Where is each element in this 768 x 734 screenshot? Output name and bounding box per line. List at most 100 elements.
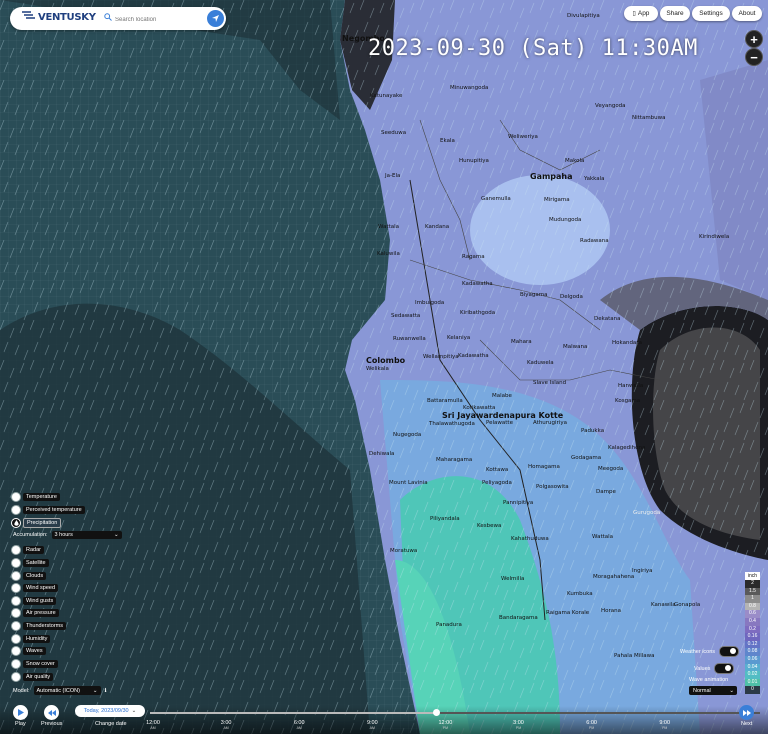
layer-label: Wind speed [23, 584, 59, 592]
place-label: Welmilla [501, 576, 525, 582]
place-label: Dampe [596, 489, 616, 495]
zoom-out-button[interactable]: − [745, 48, 763, 66]
forecast-timestamp: 2023-09-30 (Sat) 11:30AM [368, 36, 698, 61]
place-label: Moragahahena [593, 574, 635, 580]
legend-unit[interactable]: inch [745, 572, 760, 580]
play-button[interactable] [13, 705, 28, 720]
phone-icon: ▯ [632, 11, 636, 17]
next-button[interactable] [739, 705, 754, 720]
legend-value: 0.2 [745, 625, 760, 634]
place-label: Battaramulla [427, 398, 463, 404]
layer-air-quality[interactable]: Air quality [11, 672, 54, 682]
legend-value: 0.8 [745, 602, 760, 611]
ventusky-logo[interactable]: VENTUSKY [22, 11, 96, 23]
place-label: Gonapola [674, 602, 701, 608]
layer-radar[interactable]: Radar [11, 545, 44, 555]
layer-snow-cover[interactable]: Snow cover [11, 659, 58, 669]
cloud-icon [11, 571, 21, 581]
timeline-tick[interactable]: 6:00 PM [577, 720, 607, 730]
info-icon[interactable]: ℹ [105, 688, 107, 694]
previous-button[interactable] [44, 705, 59, 720]
layer-satellite[interactable]: Satellite [11, 558, 49, 568]
place-label: Pahala Millawa [614, 653, 655, 659]
about-button-label: About [738, 10, 756, 17]
timeline-track[interactable] [150, 709, 760, 716]
layer-clouds[interactable]: Clouds [11, 571, 47, 581]
place-label: Ingiriya [632, 568, 653, 574]
timeline-tick[interactable]: 12:00 PM [430, 720, 460, 730]
model-select[interactable]: Automatic (ICON) ⌄ [33, 686, 101, 695]
pressure-icon [11, 608, 21, 618]
timeline-tick[interactable]: 9:00 PM [650, 720, 680, 730]
timeline-tick[interactable]: 12:00 AM [138, 720, 168, 730]
layer-label: Snow cover [23, 660, 58, 668]
layer-perceived-temperature[interactable]: Perceived temperature [11, 505, 85, 515]
timeline-tick[interactable]: 9:00 AM [357, 720, 387, 730]
layer-label: Satellite [23, 559, 49, 567]
place-label: Mudungoda [549, 217, 582, 223]
change-date-label: Change date [95, 721, 127, 727]
chevron-down-icon: ⌄ [729, 687, 734, 694]
place-label: Kanawila [651, 602, 676, 608]
accumulation-select[interactable]: 3 hours ⌄ [51, 531, 122, 539]
layer-label: Temperature [23, 493, 60, 501]
place-label: Weliweriya [508, 134, 538, 140]
place-label: Nugegoda [393, 432, 422, 438]
layer-waves[interactable]: Waves [11, 646, 46, 656]
place-label: Kadawatha [462, 281, 493, 287]
search-input[interactable] [113, 11, 205, 28]
app-button[interactable]: ▯ App [624, 6, 658, 21]
satellite-icon [11, 558, 21, 568]
locate-me-button[interactable] [207, 10, 224, 27]
timeline-tick[interactable]: 3:00 AM [211, 720, 241, 730]
legend-value: 0.6 [745, 610, 760, 618]
settings-button[interactable]: Settings [692, 6, 730, 21]
place-label: Homagama [528, 464, 560, 470]
share-button[interactable]: Share [660, 6, 690, 21]
values-toggle[interactable] [714, 663, 735, 674]
accumulation-label: Accumulation: [13, 532, 48, 538]
legend-value: 1.5 [745, 587, 760, 596]
layer-air-pressure[interactable]: Air pressure [11, 608, 59, 618]
app-button-label: App [637, 10, 650, 17]
layer-wind-gusts[interactable]: Wind gusts [11, 596, 57, 606]
place-label: Kandana [425, 224, 450, 230]
legend-value: 0.16 [745, 633, 760, 641]
place-label: Seeduwa [381, 130, 407, 136]
minus-icon: − [750, 49, 758, 65]
layer-label: Thunderstorms [23, 622, 66, 630]
chevron-down-icon: ⌄ [113, 532, 119, 538]
layer-wind-speed[interactable]: Wind speed [11, 583, 59, 593]
place-label: Makola [565, 158, 585, 164]
play-label: Play [15, 721, 26, 727]
timeline-tick[interactable]: 6:00 AM [284, 720, 314, 730]
accumulation-control: Accumulation: 3 hours ⌄ [13, 531, 122, 539]
layer-precipitation[interactable]: Precipitation [11, 518, 62, 528]
timeline-tick[interactable]: 3:00 PM [504, 720, 534, 730]
place-label: Pelawatte [486, 420, 513, 426]
place-label: Moratuwa [390, 548, 418, 554]
accumulation-value: 3 hours [54, 532, 73, 538]
legend-value: 0.4 [745, 617, 760, 626]
layer-label: Wind gusts [23, 597, 57, 605]
layer-thunderstorms[interactable]: Thunderstorms [11, 621, 66, 631]
place-label: Dehiwala [369, 451, 395, 457]
place-label: Malwana [563, 344, 588, 350]
date-select[interactable]: Today, 2023/09/30 ⌄ [75, 705, 145, 717]
values-toggle-row: Values [694, 663, 735, 674]
place-label: Mahara [511, 339, 532, 345]
weather-icons-toggle[interactable] [719, 646, 740, 657]
date-select-value: Today, 2023/09/30 [83, 708, 129, 714]
about-button[interactable]: About [732, 6, 762, 21]
zoom-in-button[interactable]: + [745, 30, 763, 48]
wave-animation-row: Wave animation [689, 677, 728, 683]
place-label: Ja-Ela [385, 173, 401, 179]
wave-animation-select[interactable]: Normal ⌄ [689, 686, 737, 695]
layer-humidity[interactable]: Humidity [11, 634, 51, 644]
place-label: Bandaragama [499, 615, 538, 621]
place-label: Athurugiriya [533, 420, 567, 426]
layer-label: Clouds [23, 572, 47, 580]
play-icon [18, 709, 24, 716]
layer-temperature[interactable]: Temperature [11, 492, 60, 502]
place-label: Meegoda [598, 466, 624, 472]
